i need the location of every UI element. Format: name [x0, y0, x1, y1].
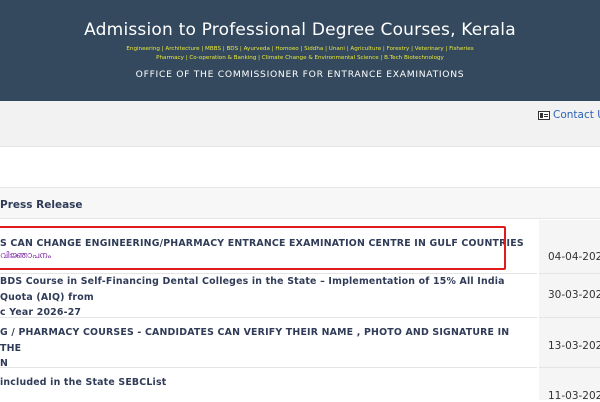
notice-title: included in the State SEBCList: [0, 377, 167, 388]
notice-date: 04-04-2026: [548, 251, 600, 263]
notice-date: 30-03-2026: [548, 289, 600, 301]
courses-line-2: Pharmacy | Co-operation & Banking | Clim…: [156, 55, 444, 61]
date-cell: [539, 220, 600, 274]
site-title: Admission to Professional Degree Courses…: [84, 20, 516, 40]
site-header: Admission to Professional Degree Courses…: [0, 0, 600, 101]
press-release-title: Press Release: [0, 199, 83, 211]
list-item[interactable]: BDS Course in Self-Financing Dental Coll…: [0, 274, 600, 318]
press-release-header: Press Release: [0, 187, 600, 219]
list-item[interactable]: G / PHARMACY COURSES - CANDIDATES CAN VE…: [0, 318, 600, 369]
contact-card-icon: [538, 110, 550, 120]
sub-navbar: [0, 101, 600, 147]
notice-title: G / PHARMACY COURSES - CANDIDATES CAN VE…: [0, 327, 510, 354]
highlight-box: [0, 226, 506, 270]
notice-link[interactable]: BDS Course in Self-Financing Dental Coll…: [0, 274, 525, 321]
notice-date: 13-03-2026: [548, 340, 600, 352]
notice-date: 11-03-2026: [548, 390, 600, 402]
courses-list: Engineering | Architecture | MBBS | BDS …: [0, 45, 600, 63]
list-item[interactable]: included in the State SEBCList 11-03-202…: [0, 368, 600, 402]
notice-link[interactable]: G / PHARMACY COURSES - CANDIDATES CAN VE…: [0, 325, 525, 372]
contact-us-link[interactable]: Contact Us: [538, 108, 600, 122]
notice-title: BDS Course in Self-Financing Dental Coll…: [0, 276, 505, 303]
courses-line-1: Engineering | Architecture | MBBS | BDS …: [126, 46, 474, 52]
contact-us-label: Contact Us: [553, 109, 600, 121]
notice-link[interactable]: included in the State SEBCList: [0, 375, 525, 391]
office-name: OFFICE OF THE COMMISSIONER FOR ENTRANCE …: [135, 69, 465, 80]
